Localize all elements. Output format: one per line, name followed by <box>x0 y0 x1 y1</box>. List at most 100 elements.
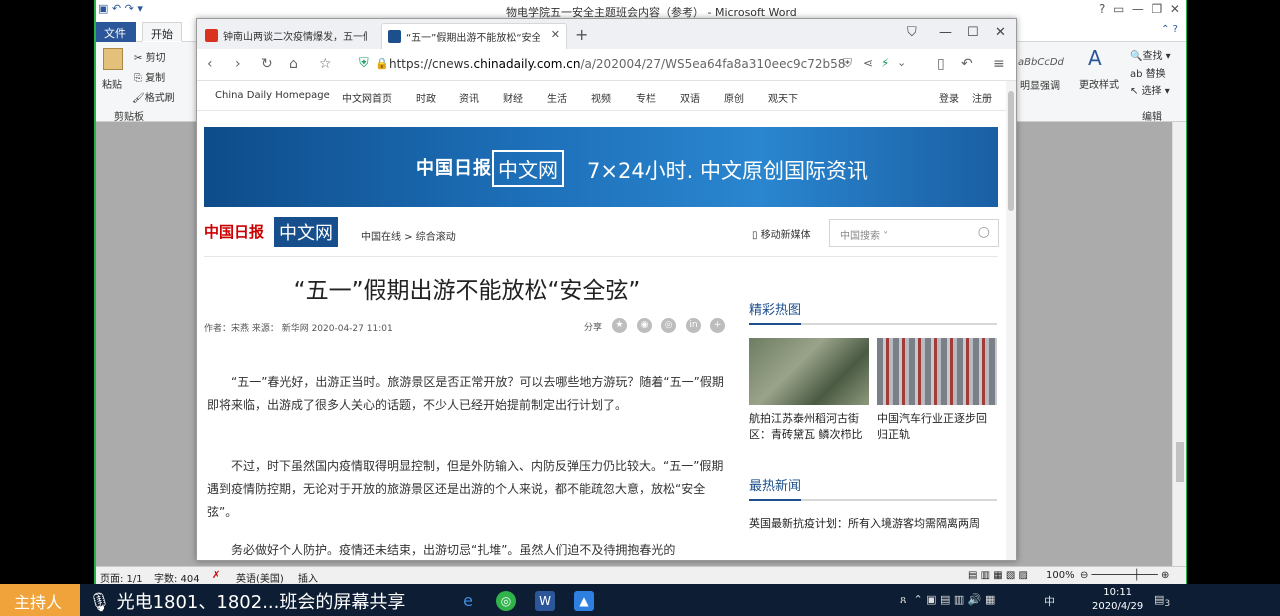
cut-button[interactable]: ✂ 剪切 <box>134 49 166 64</box>
site-banner[interactable]: 中国日报 中文网 7×24小时. 中文原创国际资讯 <box>204 127 998 207</box>
news-favicon-icon <box>205 29 218 42</box>
wechat-icon[interactable]: ◎ <box>661 318 676 333</box>
speed-icon[interactable]: ⚡ <box>881 56 889 70</box>
menu-icon[interactable]: ≡ <box>993 56 1005 72</box>
change-styles-icon[interactable]: A <box>1088 46 1102 70</box>
language[interactable]: 英语(美国) <box>236 570 284 585</box>
zoom-slider[interactable]: ⊖ ───────┼─── ⊕ <box>1080 570 1169 581</box>
browser-tab[interactable]: 钟南山两谈二次疫情爆发，五一假 <box>199 23 367 49</box>
maximize-icon[interactable]: ☐ <box>967 25 979 40</box>
nav-item-bilingual[interactable]: 双语 <box>680 90 700 105</box>
hot-pic-thumbnail[interactable] <box>877 338 997 405</box>
browser-tab-active[interactable]: “五一”假期出游不能放松“安全弦” ✕ <box>381 23 567 49</box>
dropdown-icon[interactable]: ⌄ <box>897 56 906 69</box>
nav-item-video[interactable]: 视频 <box>591 90 611 105</box>
browser-scrollbar[interactable] <box>1006 81 1016 560</box>
paste-button[interactable]: 粘贴 <box>102 76 122 91</box>
zoom-level[interactable]: 100% <box>1046 570 1075 581</box>
close-window-icon[interactable]: ✕ <box>995 25 1006 40</box>
style-preview[interactable]: aBbCcDd <box>1018 57 1064 68</box>
article-paragraph: “五一”春光好，出游正当时。旅游景区是否正常开放？可以去哪些地方游玩？随着“五一… <box>207 375 724 412</box>
page-count[interactable]: 页面: 1/1 <box>100 570 143 585</box>
nav-item-life[interactable]: 生活 <box>547 90 567 105</box>
mobile-media-link[interactable]: ▯ 移动新媒体 <box>752 226 811 241</box>
select-button[interactable]: ↖ 选择 ▾ <box>1130 82 1170 97</box>
hot-pic-caption[interactable]: 航拍江苏泰州稻河古街区：青砖黛瓦 鳞次栉比 <box>749 411 869 443</box>
tray-icons[interactable]: ጸ ⌃ ▣ ▤ ▥ 🔊 ▦ <box>900 593 999 607</box>
hot-pics-title[interactable]: 精彩热图 <box>749 299 802 325</box>
hot-news-item[interactable]: 英国最新抗疫计划：所有入境游客均需隔离两周 <box>749 515 997 532</box>
article-paragraph: 务必做好个人防护。疫情还未结束，出游切忌“扎堆”。虽然人们迫不及待拥抱春光的 <box>231 543 676 557</box>
more-share-icon[interactable]: + <box>710 318 725 333</box>
hot-pics-section: 精彩热图 <box>749 299 997 325</box>
new-tab-icon[interactable]: + <box>575 25 588 44</box>
browser-scroll-thumb[interactable] <box>1008 91 1014 211</box>
minimize-ribbon-icon[interactable]: ⌃ ? <box>1161 24 1178 35</box>
copy-button[interactable]: ⎘ 复制 <box>134 69 165 84</box>
forward-icon[interactable]: › <box>235 56 241 72</box>
tab-home[interactable]: 开始 <box>142 22 182 42</box>
hot-news-title[interactable]: 最热新闻 <box>749 475 802 501</box>
register-link[interactable]: 注册 <box>972 90 992 105</box>
weibo-icon[interactable]: ◉ <box>637 318 652 333</box>
meeting-app-icon[interactable]: ▲ <box>574 591 594 611</box>
search-icon[interactable]: ○ <box>978 224 990 240</box>
nav-item-column[interactable]: 专栏 <box>636 90 656 105</box>
tab-file[interactable]: 文件 <box>96 22 136 42</box>
site-logo[interactable]: 中国日报 <box>204 221 264 242</box>
site-header: 中国日报 中文网 中国在线 > 综合滚动 ▯ 移动新媒体 中国搜索 ˅ ○ <box>204 213 999 257</box>
linkedin-icon[interactable]: in <box>686 318 701 333</box>
nav-item-finance[interactable]: 财经 <box>503 90 523 105</box>
address-bar[interactable]: ⛨ 🔒 https://cnews.chinadaily.com.cn/a/20… <box>347 54 859 76</box>
word-window-controls[interactable]: ? ▭ — ❐ ✕ <box>1099 2 1180 16</box>
find-button[interactable]: 🔍查找 ▾ <box>1130 47 1171 62</box>
url-path: /a/202004/27/WS5ea64fa8a310eec9c72b58 <box>580 57 846 71</box>
nav-item-cn-home[interactable]: 中文网首页 <box>342 90 392 105</box>
back-icon[interactable]: ‹ <box>207 56 213 72</box>
tab-title: 钟南山两谈二次疫情爆发，五一假 <box>223 32 367 43</box>
change-styles-button[interactable]: 更改样式 <box>1079 76 1119 91</box>
word-count[interactable]: 字数: 404 <box>154 570 200 585</box>
nav-item-world[interactable]: 观天下 <box>768 90 798 105</box>
paste-icon[interactable] <box>103 48 123 70</box>
browser-toolbar: ‹ › ↻ ⌂ ☆ ⛨ 🔒 https://cnews.chinadaily.c… <box>197 49 1016 81</box>
style-name[interactable]: 明显强调 <box>1020 77 1060 92</box>
insert-mode[interactable]: 插入 <box>298 570 318 585</box>
spellcheck-icon[interactable]: ✗ <box>212 570 220 581</box>
breadcrumb[interactable]: 中国在线 > 综合滚动 <box>361 228 456 243</box>
word-vertical-scrollbar[interactable] <box>1172 122 1186 566</box>
nav-item-homepage[interactable]: China Daily Homepage <box>215 90 330 101</box>
view-buttons[interactable]: ▤ ▥ ▦ ▧ ▨ <box>968 570 1028 581</box>
reader-icon[interactable]: ▯ <box>937 56 945 72</box>
qzone-icon[interactable]: ★ <box>612 318 627 333</box>
bookmark-star-icon[interactable]: ☆ <box>319 56 332 72</box>
hot-pic-thumbnail[interactable] <box>749 338 869 405</box>
quick-access-toolbar[interactable]: ▣ ↶ ↷ ▾ <box>98 2 143 15</box>
notification-icon[interactable]: ▤3 <box>1154 593 1170 609</box>
format-painter-button[interactable]: 🖌格式刷 <box>132 89 175 104</box>
word-icon[interactable]: W <box>535 591 555 611</box>
reload-icon[interactable]: ↻ <box>261 56 273 72</box>
close-tab-icon[interactable]: ✕ <box>551 28 560 41</box>
site-logo-box[interactable]: 中文网 <box>274 217 338 247</box>
undo-icon[interactable]: ↶ <box>961 56 973 72</box>
site-search-input[interactable]: 中国搜索 ˅ ○ <box>829 219 999 247</box>
share-icon[interactable]: ⋖ <box>863 56 873 70</box>
login-link[interactable]: 登录 <box>939 90 959 105</box>
ime-indicator[interactable]: 中 <box>1044 593 1055 609</box>
nav-item-politics[interactable]: 时政 <box>416 90 436 105</box>
scroll-thumb[interactable] <box>1176 442 1184 482</box>
replace-button[interactable]: ab 替换 <box>1130 65 1166 80</box>
edge-icon[interactable]: e <box>458 591 478 611</box>
nav-item-info[interactable]: 资讯 <box>459 90 479 105</box>
article-paragraph: 不过，时下虽然国内疫情取得明显控制，但是外防输入、内防反弹压力仍比较大。“五一”… <box>207 459 724 519</box>
word-titlebar: ▣ ↶ ↷ ▾ 物电学院五一安全主题班会内容（参考） - Microsoft W… <box>96 0 1186 20</box>
tshirt-skin-icon[interactable]: ⛉ <box>907 25 917 40</box>
security-icon[interactable]: ⛨ <box>843 56 852 71</box>
hot-pic-caption[interactable]: 中国汽车行业正逐步回归正轨 <box>877 411 997 443</box>
minimize-icon[interactable]: — <box>939 25 952 40</box>
nav-item-original[interactable]: 原创 <box>724 90 744 105</box>
browser-360-icon[interactable]: ◎ <box>496 591 516 611</box>
taskbar-clock[interactable]: 10:11 2020/4/29 <box>1092 586 1143 614</box>
home-icon[interactable]: ⌂ <box>289 56 298 72</box>
